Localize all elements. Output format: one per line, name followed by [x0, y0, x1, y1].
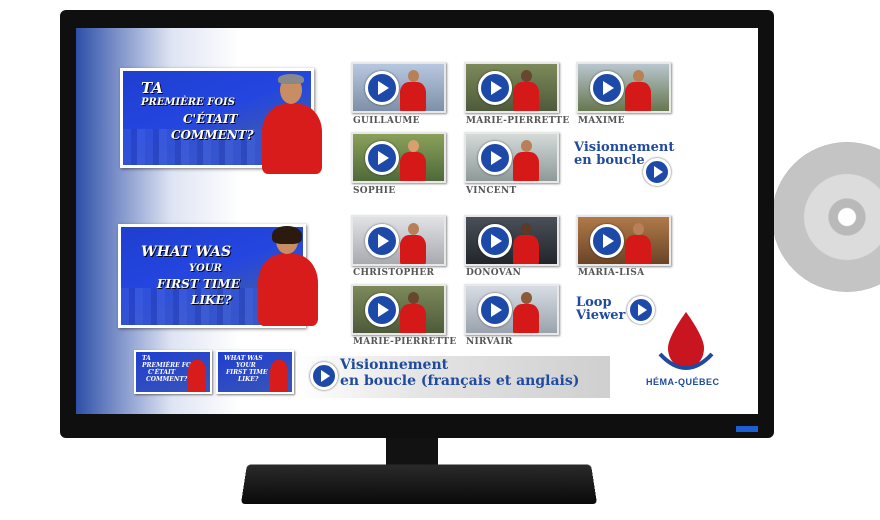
mini-banner-fr: TA PREMIÈRE FOIS C'ÉTAIT COMMENT?: [134, 350, 212, 394]
hema-quebec-logo: [656, 310, 716, 372]
logo-label: HÉMA-QUÉBEC: [646, 377, 720, 387]
banner-fr-line1: TA: [141, 79, 163, 97]
play-icon[interactable]: [365, 71, 399, 105]
loop-en-line2[interactable]: Viewer: [576, 309, 625, 322]
video-label: GUILLAUME: [353, 116, 420, 126]
power-indicator: [736, 426, 758, 432]
play-icon[interactable]: [365, 293, 399, 327]
video-label: CHRISTOPHER: [353, 268, 435, 278]
video-thumb-maxime[interactable]: [576, 62, 671, 113]
mini-banner-en: WHAT WAS YOUR FIRST TIME LIKE?: [216, 350, 294, 394]
video-label: SOPHIE: [353, 186, 396, 196]
dvd-disc: [772, 142, 880, 292]
video-thumb-guillaume[interactable]: [351, 62, 446, 113]
play-icon[interactable]: [590, 224, 624, 258]
play-icon[interactable]: [365, 224, 399, 258]
video-label: VINCENT: [466, 186, 517, 196]
monitor-stand: [240, 464, 598, 505]
play-icon[interactable]: [478, 293, 512, 327]
video-thumb-nirvair[interactable]: [464, 284, 559, 335]
loop-fr-play-icon[interactable]: [643, 158, 671, 186]
play-icon[interactable]: [478, 141, 512, 175]
play-icon[interactable]: [478, 224, 512, 258]
banner-en-line1: WHAT WAS: [141, 244, 232, 260]
banner-en-line4: LIKE?: [191, 293, 232, 307]
bilingual-loop-line2[interactable]: en boucle (français et anglais): [340, 374, 579, 388]
banner-fr-line3: C'ÉTAIT: [183, 112, 238, 126]
video-label: MARIA-LISA: [578, 268, 645, 278]
video-thumb-marie-pierrette[interactable]: [464, 62, 559, 113]
video-label: DONOVAN: [466, 268, 522, 278]
banner-fr-line2: PREMIÈRE FOIS: [141, 97, 235, 108]
banner-en-line2: YOUR: [189, 263, 222, 274]
video-thumb-donovan[interactable]: [464, 215, 559, 266]
bilingual-loop-play-icon[interactable]: [310, 362, 338, 390]
loop-en-play-icon[interactable]: [627, 296, 655, 324]
video-label: MAXIME: [578, 116, 625, 126]
bilingual-loop-line1[interactable]: Visionnement: [340, 358, 448, 372]
video-thumb-vincent[interactable]: [464, 132, 559, 183]
video-thumb-maria-lisa[interactable]: [576, 215, 671, 266]
play-icon[interactable]: [590, 71, 624, 105]
banner-fr-line4: COMMENT?: [171, 128, 254, 142]
video-thumb-marie-pierrette-en[interactable]: [351, 284, 446, 335]
video-thumb-christopher[interactable]: [351, 215, 446, 266]
banner-en-line3: FIRST TIME: [157, 277, 240, 291]
video-thumb-sophie[interactable]: [351, 132, 446, 183]
play-icon[interactable]: [478, 71, 512, 105]
video-label: MARIE-PIERRETTE: [466, 116, 570, 126]
play-icon[interactable]: [365, 141, 399, 175]
monitor-neck: [386, 438, 438, 468]
video-label: MARIE-PIERRETTE: [353, 337, 457, 347]
blood-drop-icon: [658, 312, 714, 370]
video-label: NIRVAIR: [466, 337, 513, 347]
loop-fr-line2[interactable]: en boucle: [574, 154, 645, 167]
host-fr-figure: [262, 74, 322, 174]
host-en-figure: [258, 226, 318, 326]
